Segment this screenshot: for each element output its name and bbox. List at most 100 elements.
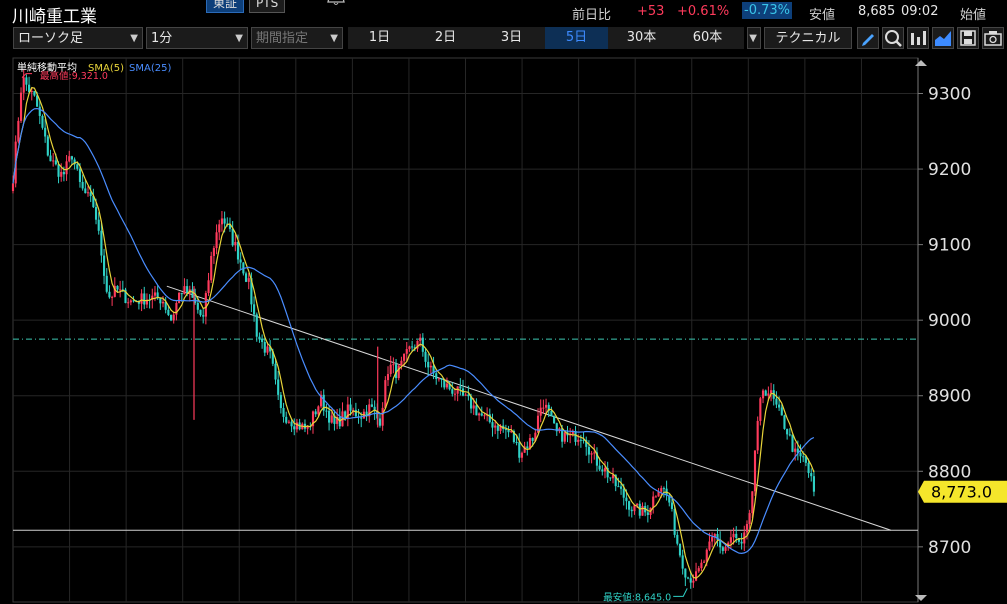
change-pct-alt: -0.73% [742,2,792,19]
candle-body [791,434,794,452]
candle-body [563,432,566,442]
candle-body [46,136,49,156]
candle-body [255,314,258,337]
candle-body [700,562,703,569]
candle-body [443,379,446,388]
candle-body [553,416,556,424]
candle-body [609,477,612,479]
quote-header: 川崎重工業 東証 PTS 前日比 +53 +0.61% -0.73% 安値 8,… [0,0,1007,27]
candle-body [111,296,114,298]
candle-body [550,410,553,417]
candle-body [577,439,580,442]
candle-body [210,255,213,281]
timeframe-1d[interactable]: 1日 [348,27,411,49]
market-tab-pts[interactable]: PTS [249,0,286,13]
alert-bell-icon[interactable] [324,0,348,11]
candle-body [756,420,759,451]
candle-body [153,292,157,296]
period-select[interactable]: 期間指定 ▼ [251,27,343,49]
candle-body [330,415,333,423]
zoom-icon[interactable] [882,27,904,49]
save-icon[interactable] [957,27,979,49]
interval-select[interactable]: 1分 ▼ [146,27,248,49]
candle-body [646,512,649,515]
candle-body [191,289,194,298]
candle-body [515,441,518,443]
candle-body [483,415,486,417]
candle-body [633,505,636,512]
candle-body [440,378,443,380]
candle-body [745,524,749,533]
candle-body [467,394,470,397]
candle-body [729,537,732,543]
current-price-label: 8,773.0 [931,483,992,502]
candle-body [68,156,71,162]
market-tab-tse[interactable]: 東証 [206,0,245,13]
candle-body [172,314,175,321]
timeframe-3d[interactable]: 3日 [480,27,543,49]
candle-body [617,486,620,488]
candle-body [247,278,250,282]
candle-body [215,232,218,249]
candle-body [384,380,387,408]
candle-body [60,171,63,177]
candle-body [507,429,510,433]
y-tick-label: 8900 [928,387,971,407]
candle-body [526,446,529,449]
volume-icon[interactable] [907,27,929,49]
candle-body [127,302,130,304]
camera-icon[interactable] [982,27,1004,49]
candle-body [81,181,84,189]
candle-body [325,410,328,412]
candle-body [435,373,438,380]
candle-body [258,336,261,340]
candle-body [735,533,738,538]
candle-body [57,164,60,177]
low-value: 8,685 [858,4,896,19]
candle-body [349,404,352,411]
candle-body [619,486,623,489]
candle-body [660,488,663,492]
chart-toolbar: ローソク足 ▼ 1分 ▼ 期間指定 ▼ 1日 2日 3日 5日 30本 60本 ▼ テ… [0,26,1007,52]
technical-button[interactable]: テクニカル [764,27,852,49]
chart-type-select[interactable]: ローソク足 ▼ [13,27,143,49]
candle-body [119,289,122,291]
candle-body [411,346,414,348]
timeframe-dropdown[interactable]: ▼ [747,27,761,49]
timeframe-60-bars[interactable]: 60本 [676,27,739,49]
high-label: 最高値:9,321.0 [40,70,108,82]
area-chart-icon[interactable] [932,27,954,49]
candle-body [108,291,111,298]
timeframe-30-bars[interactable]: 30本 [610,27,673,49]
candle-body [78,168,82,182]
candle-body [630,509,633,512]
candle-body [159,298,162,304]
candle-body [732,533,735,538]
candle-body [344,411,347,419]
candle-body [220,218,224,225]
candle-body [266,346,269,353]
candle-body [381,407,384,426]
candle-body [544,404,548,408]
candle-body [480,413,483,416]
candle-body [751,491,754,514]
candle-body [314,411,317,415]
candle-body [478,413,481,416]
candle-body [802,456,805,458]
interval-value: 1分 [151,31,173,46]
candle-body [652,496,655,508]
timeframe-2d[interactable]: 2日 [414,27,477,49]
low-label: 安値 [809,8,836,23]
candle-body [780,407,783,416]
candle-body [49,155,52,162]
candle-body [769,390,773,394]
candle-body [603,468,607,472]
candle-body [22,77,25,93]
timeframe-bar: 1日 2日 3日 5日 30本 60本 [348,27,744,49]
candle-body [670,502,674,509]
candle-body [799,452,802,457]
price-chart[interactable]: 9300920091009000890088008700単純移動平均 SMA(5)… [0,52,1007,604]
pen-icon[interactable] [857,27,879,49]
candle-body [475,405,478,416]
timeframe-5d[interactable]: 5日 [545,27,608,49]
